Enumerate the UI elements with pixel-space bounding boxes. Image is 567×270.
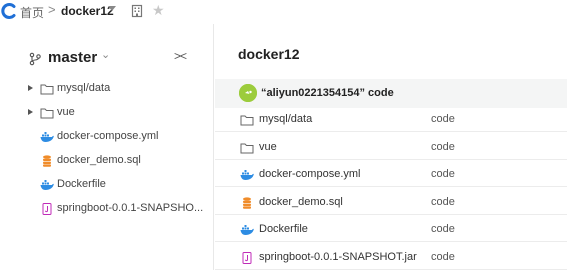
tree-item-dockerfile[interactable]: Dockerfile <box>0 174 214 198</box>
docker-icon <box>240 224 254 236</box>
tree-item-label: vue <box>57 106 75 118</box>
top-bar: 首页 > docker12 ★ <box>0 0 567 24</box>
docker-icon <box>40 179 54 191</box>
jar-file-icon <box>240 252 254 264</box>
building-icon[interactable] <box>130 4 144 18</box>
avatar[interactable] <box>239 84 257 102</box>
commit-message-link[interactable]: code <box>431 223 455 235</box>
tree-item-label: docker_demo.sql <box>57 154 141 166</box>
tree-item-mysql-data[interactable]: mysql/data <box>0 78 214 102</box>
chevron-down-icon[interactable] <box>108 6 116 11</box>
breadcrumb-separator: > <box>48 2 56 17</box>
tree-item-label: Dockerfile <box>57 178 106 190</box>
commit-message-link[interactable]: code <box>431 113 455 125</box>
commit-message-link[interactable]: code <box>431 196 455 208</box>
latest-commit-row[interactable]: “aliyun0221354154” code <box>215 79 567 108</box>
app-logo-icon[interactable] <box>1 3 17 19</box>
jar-file-icon <box>40 203 54 215</box>
file-row[interactable]: docker_demo.sql code <box>215 191 567 215</box>
commit-message-link[interactable]: code <box>431 141 455 153</box>
file-row[interactable]: springboot-0.0.1-SNAPSHOT.jar code <box>215 246 567 270</box>
database-icon <box>240 197 254 209</box>
breadcrumb-repo[interactable]: docker12 <box>61 4 114 18</box>
tree-item-springboot-jar[interactable]: springboot-0.0.1-SNAPSHO... <box>0 198 214 222</box>
star-icon[interactable]: ★ <box>152 3 165 17</box>
folder-icon <box>240 142 254 154</box>
file-name-link[interactable]: docker-compose.yml <box>259 168 360 180</box>
tree-item-docker-compose[interactable]: docker-compose.yml <box>0 126 214 150</box>
file-row[interactable]: vue code <box>215 136 567 160</box>
file-name-link[interactable]: vue <box>259 141 277 153</box>
commit-message-link[interactable]: code <box>431 168 455 180</box>
folder-icon <box>40 83 54 95</box>
branch-selector[interactable]: master <box>48 49 97 66</box>
docker-icon <box>240 169 254 181</box>
database-icon <box>40 155 54 167</box>
docker-icon <box>40 131 54 143</box>
file-row[interactable]: docker-compose.yml code <box>215 163 567 187</box>
collapse-sidebar-button[interactable]: >< <box>174 49 187 63</box>
commit-message-link[interactable]: code <box>431 251 455 263</box>
tree-item-label: mysql/data <box>57 82 111 94</box>
folder-icon <box>240 114 254 126</box>
file-name-link[interactable]: springboot-0.0.1-SNAPSHOT.jar <box>259 251 417 263</box>
tree-item-label: docker-compose.yml <box>57 130 159 142</box>
chevron-down-icon[interactable]: ⌄ <box>101 48 110 61</box>
file-name-link[interactable]: docker_demo.sql <box>259 196 343 208</box>
commit-message[interactable]: “aliyun0221354154” code <box>261 87 394 99</box>
repo-content: docker12 “aliyun0221354154” code mysql/d… <box>215 24 567 270</box>
caret-right-icon[interactable] <box>28 109 33 115</box>
file-tree-sidebar: master ⌄ >< mysql/data vue docker-compos… <box>0 24 214 270</box>
tree-item-label: springboot-0.0.1-SNAPSHO... <box>57 202 204 214</box>
tree-item-vue[interactable]: vue <box>0 102 214 126</box>
tree-item-docker-demo-sql[interactable]: docker_demo.sql <box>0 150 214 174</box>
breadcrumb-home[interactable]: 首页 <box>20 4 44 21</box>
page-title: docker12 <box>238 46 300 62</box>
folder-icon <box>40 107 54 119</box>
file-name-link[interactable]: mysql/data <box>259 113 312 125</box>
file-row[interactable]: Dockerfile code <box>215 218 567 242</box>
caret-right-icon[interactable] <box>28 85 33 91</box>
file-row[interactable]: mysql/data code <box>215 108 567 132</box>
branch-icon <box>28 52 42 66</box>
file-name-link[interactable]: Dockerfile <box>259 223 308 235</box>
